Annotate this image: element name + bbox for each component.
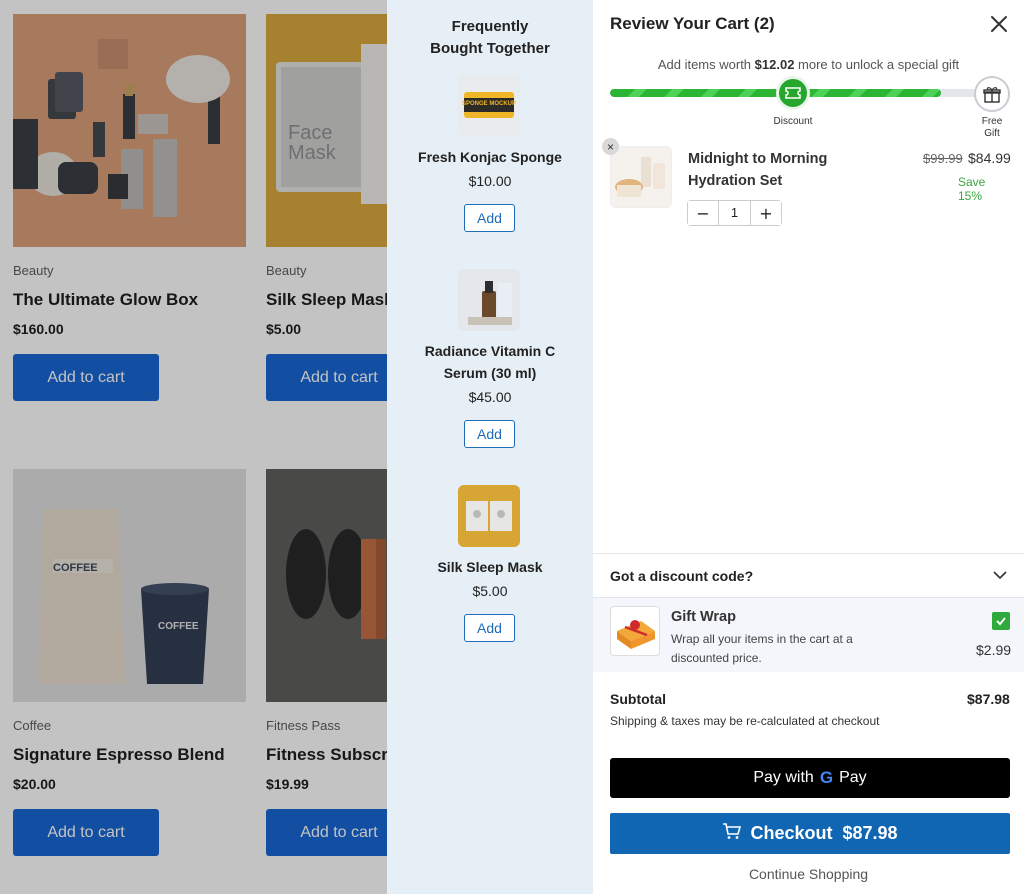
gift-wrap-price: $2.99 bbox=[976, 642, 1012, 658]
google-g-icon: G bbox=[819, 768, 834, 787]
decrease-quantity-button[interactable]: − bbox=[688, 201, 718, 225]
fbt-add-button[interactable]: Add bbox=[464, 420, 515, 448]
cart-item-image[interactable] bbox=[610, 146, 672, 208]
continue-shopping-link[interactable]: Continue Shopping bbox=[593, 866, 1024, 882]
quantity-value[interactable]: 1 bbox=[718, 201, 751, 225]
gift-wrap-image bbox=[610, 606, 660, 656]
cart-item-price: $84.99 bbox=[968, 150, 1011, 166]
gift-wrap-upsell: Gift Wrap Wrap all your items in the car… bbox=[593, 598, 1024, 672]
cart-item-original-price: $99.99 bbox=[923, 151, 963, 166]
cart-drawer: Review Your Cart (2) Add items worth $12… bbox=[593, 0, 1024, 894]
fbt-item-price: $10.00 bbox=[468, 173, 512, 189]
fbt-add-button[interactable]: Add bbox=[464, 204, 515, 232]
fbt-add-button[interactable]: Add bbox=[464, 614, 515, 642]
discount-code-label: Got a discount code? bbox=[610, 568, 754, 584]
fbt-item-name[interactable]: Fresh Konjac Sponge bbox=[387, 146, 593, 168]
shipping-note: Shipping & taxes may be re-calculated at… bbox=[610, 714, 880, 728]
cart-item-savings: Save 15% bbox=[958, 175, 986, 203]
discount-code-toggle[interactable]: Got a discount code? bbox=[593, 553, 1024, 598]
chevron-down-icon bbox=[992, 567, 1008, 583]
checkout-label: Checkout $87.98 bbox=[750, 823, 898, 843]
cart-title: Review Your Cart (2) bbox=[610, 14, 775, 33]
google-pay-button[interactable]: Pay with G Pay bbox=[610, 758, 1010, 798]
gpay-suffix: Pay bbox=[839, 769, 867, 786]
gift-wrap-description: Wrap all your items in the cart at a dis… bbox=[671, 632, 853, 665]
cart-item-name[interactable]: Midnight to Morning Hydration Set bbox=[688, 148, 858, 192]
gift-wrap-title: Gift Wrap bbox=[671, 609, 736, 625]
cart-icon bbox=[722, 822, 742, 845]
svg-text:SPONGE MOCKUP: SPONGE MOCKUP bbox=[462, 101, 516, 107]
milestone-label-discount: Discount bbox=[773, 116, 813, 127]
gift-wrap-checkbox[interactable] bbox=[992, 612, 1010, 630]
subtotal-label: Subtotal bbox=[610, 691, 666, 707]
milestone-label-free-gift: Free Gift bbox=[981, 116, 1003, 139]
frequently-bought-together-panel: Frequently Bought Together SPONGE MOCKUP… bbox=[387, 0, 593, 894]
gift-progress-message: Add items worth $12.02 more to unlock a … bbox=[657, 57, 960, 72]
fbt-item-name[interactable]: Silk Sleep Mask bbox=[387, 556, 593, 578]
fbt-item-price: $45.00 bbox=[468, 389, 512, 405]
checkout-button[interactable]: Checkout $87.98 bbox=[610, 813, 1010, 854]
close-icon[interactable] bbox=[987, 12, 1011, 36]
fbt-item-image[interactable] bbox=[458, 485, 520, 547]
fbt-item-image[interactable]: SPONGE MOCKUP bbox=[458, 74, 520, 136]
remove-item-button[interactable]: × bbox=[602, 138, 619, 155]
fbt-title: Frequently Bought Together bbox=[430, 18, 550, 57]
fbt-item-price: $5.00 bbox=[472, 583, 508, 599]
gpay-prefix: Pay with bbox=[753, 769, 814, 786]
discount-ticket-icon bbox=[776, 76, 810, 110]
cart-line-item: × Midnight to Morning Hydration Set $99.… bbox=[602, 138, 1011, 236]
fbt-item-name[interactable]: Radiance Vitamin C Serum (30 ml) bbox=[387, 340, 593, 384]
subtotal-value: $87.98 bbox=[967, 691, 1010, 707]
gift-icon bbox=[974, 76, 1010, 112]
fbt-item-image[interactable] bbox=[458, 269, 520, 331]
increase-quantity-button[interactable]: + bbox=[751, 201, 781, 225]
quantity-stepper: − 1 + bbox=[687, 200, 782, 226]
